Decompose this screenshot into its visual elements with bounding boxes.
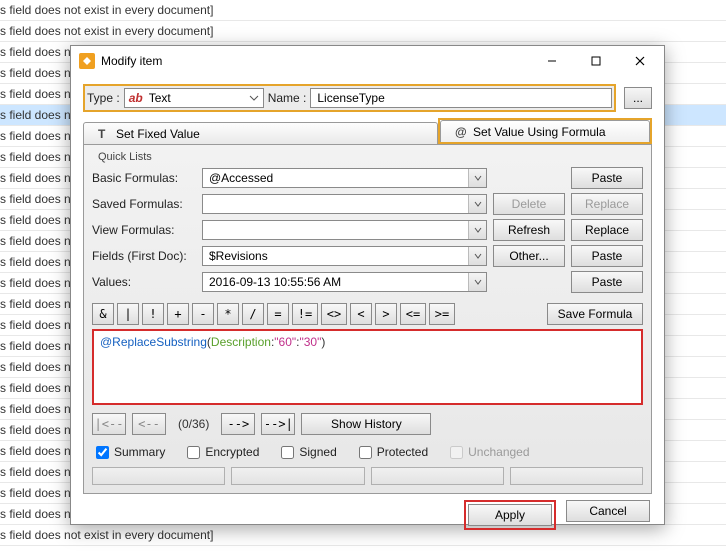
basic-formulas-label: Basic Formulas: — [92, 171, 196, 185]
replace-button[interactable]: Replace — [571, 219, 643, 241]
chevron-down-icon — [468, 195, 486, 213]
ellipsis-button[interactable]: ... — [624, 87, 652, 109]
prev-button[interactable]: <-- — [132, 413, 166, 435]
type-value: Text — [149, 91, 171, 105]
op-ne[interactable]: != — [292, 303, 318, 325]
last-button[interactable]: -->| — [261, 413, 295, 435]
type-prefix: ab — [129, 91, 143, 105]
list-item[interactable]: s field does not exist in every document… — [0, 21, 726, 42]
first-button[interactable]: |<-- — [92, 413, 126, 435]
summary-checkbox[interactable]: Summary — [96, 445, 165, 459]
modify-item-dialog: Modify item Type : ab Text Name : Licens… — [70, 45, 665, 525]
titlebar: Modify item — [71, 46, 664, 76]
paste-button[interactable]: Paste — [571, 271, 643, 293]
save-formula-button[interactable]: Save Formula — [547, 303, 643, 325]
name-input[interactable]: LicenseType — [310, 88, 612, 108]
protected-checkbox[interactable]: Protected — [359, 445, 428, 459]
apply-button[interactable]: Apply — [468, 504, 552, 526]
app-icon — [79, 53, 95, 69]
fields-combo[interactable]: $Revisions — [202, 246, 487, 266]
delete-button[interactable]: Delete — [493, 193, 565, 215]
next-button[interactable]: --> — [221, 413, 255, 435]
status-cell — [92, 467, 225, 485]
tab-label: Set Fixed Value — [116, 127, 200, 141]
op-amp[interactable]: & — [92, 303, 114, 325]
refresh-button[interactable]: Refresh — [493, 219, 565, 241]
op-minus[interactable]: - — [192, 303, 214, 325]
values-label: Values: — [92, 275, 196, 289]
maximize-button[interactable] — [574, 47, 618, 75]
op-eq[interactable]: = — [267, 303, 289, 325]
show-history-button[interactable]: Show History — [301, 413, 431, 435]
chevron-down-icon — [468, 169, 486, 187]
unchanged-checkbox: Unchanged — [450, 445, 529, 459]
op-ltgt[interactable]: <> — [321, 303, 347, 325]
saved-formulas-combo[interactable] — [202, 194, 487, 214]
quick-lists-panel: Quick Lists Basic Formulas: @Accessed Pa… — [83, 144, 652, 494]
op-lt[interactable]: < — [350, 303, 372, 325]
status-cell — [231, 467, 364, 485]
tab-set-fixed-value[interactable]: T Set Fixed Value — [83, 122, 438, 144]
dialog-title: Modify item — [101, 54, 530, 68]
tab-set-value-using-formula[interactable]: @ Set Value Using Formula — [440, 120, 650, 142]
chevron-down-icon — [468, 273, 486, 291]
type-label: Type : — [87, 91, 120, 105]
view-formulas-label: View Formulas: — [92, 223, 196, 237]
type-combo[interactable]: ab Text — [124, 88, 264, 108]
close-button[interactable] — [618, 47, 662, 75]
values-combo[interactable]: 2016-09-13 10:55:56 AM — [202, 272, 487, 292]
svg-text:T: T — [98, 128, 106, 140]
group-label: Quick Lists — [94, 151, 643, 163]
op-gt[interactable]: > — [375, 303, 397, 325]
paste-button[interactable]: Paste — [571, 167, 643, 189]
paste-button[interactable]: Paste — [571, 245, 643, 267]
op-plus[interactable]: + — [167, 303, 189, 325]
other-button[interactable]: Other... — [493, 245, 565, 267]
chevron-down-icon — [468, 247, 486, 265]
operator-bar: & | ! + - * / = != <> < > <= >= Save For… — [92, 303, 643, 325]
encrypted-checkbox[interactable]: Encrypted — [187, 445, 259, 459]
tab-label: Set Value Using Formula — [473, 125, 606, 139]
op-ge[interactable]: >= — [429, 303, 455, 325]
chevron-down-icon — [249, 91, 259, 108]
op-div[interactable]: / — [242, 303, 264, 325]
dialog-content: Type : ab Text Name : LicenseType ... T … — [71, 76, 664, 540]
saved-formulas-label: Saved Formulas: — [92, 197, 196, 211]
name-label: Name : — [268, 91, 307, 105]
formula-editor[interactable]: @ReplaceSubstring(Description:"60":"30") — [92, 329, 643, 405]
basic-formulas-combo[interactable]: @Accessed — [202, 168, 487, 188]
svg-text:@: @ — [455, 126, 467, 138]
op-pipe[interactable]: | — [117, 303, 139, 325]
op-le[interactable]: <= — [400, 303, 426, 325]
op-mul[interactable]: * — [217, 303, 239, 325]
cancel-button[interactable]: Cancel — [566, 500, 650, 522]
replace-button[interactable]: Replace — [571, 193, 643, 215]
chevron-down-icon — [468, 221, 486, 239]
at-icon: @ — [455, 126, 467, 138]
minimize-button[interactable] — [530, 47, 574, 75]
counter: (0/36) — [172, 417, 215, 431]
view-formulas-combo[interactable] — [202, 220, 487, 240]
signed-checkbox[interactable]: Signed — [281, 445, 336, 459]
status-cell — [371, 467, 504, 485]
text-icon: T — [98, 128, 110, 140]
fields-first-doc-label: Fields (First Doc): — [92, 249, 196, 263]
status-bar — [92, 467, 643, 485]
list-item[interactable]: s field does not exist in every document… — [0, 0, 726, 21]
status-cell — [510, 467, 643, 485]
op-not[interactable]: ! — [142, 303, 164, 325]
